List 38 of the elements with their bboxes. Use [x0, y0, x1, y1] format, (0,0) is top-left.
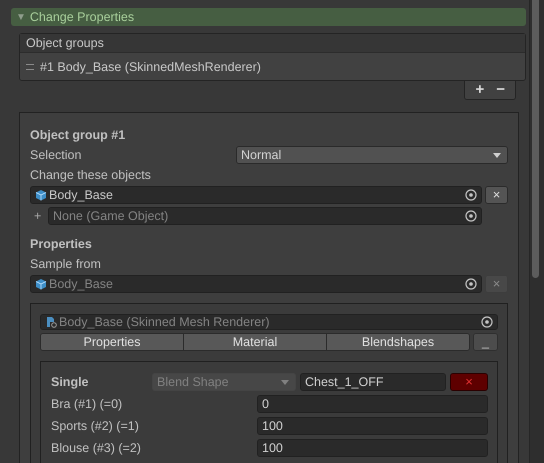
list-title: Object groups	[26, 36, 104, 50]
list-item[interactable]: #1 Body_Base (SkinnedMeshRenderer)	[20, 53, 525, 80]
scrollbar-thumb[interactable]	[532, 0, 539, 278]
object-field[interactable]: None (Game Object)	[48, 207, 482, 225]
list-item-label: #1 Body_Base (SkinnedMeshRenderer)	[40, 60, 261, 74]
remove-button[interactable]: ×	[485, 186, 508, 204]
target-icon	[465, 189, 477, 201]
mode-label: Single	[51, 374, 90, 391]
selection-dropdown[interactable]: Normal	[236, 146, 508, 164]
section-title: Properties	[30, 236, 93, 253]
blendshape-label: Blouse (#3) (=2)	[51, 440, 142, 457]
object-field[interactable]: Body_Base	[30, 186, 482, 204]
name-field[interactable]: Chest_1_OFF	[300, 373, 446, 391]
remove-button[interactable]: −	[492, 82, 509, 98]
cube-icon	[35, 189, 47, 201]
mesh-renderer-icon	[45, 316, 57, 328]
drag-handle-icon[interactable]	[26, 64, 34, 70]
blendshape-label: Bra (#1) (=0)	[51, 396, 124, 413]
value-field[interactable]: 100	[257, 439, 488, 457]
target-icon	[481, 316, 493, 328]
caret-icon	[281, 380, 289, 384]
target-icon	[465, 210, 477, 222]
caret-icon	[493, 152, 501, 158]
field-label: Selection	[30, 147, 82, 164]
add-button[interactable]: +	[471, 82, 488, 98]
field-label: Sample from	[30, 256, 102, 273]
cube-icon	[35, 278, 47, 290]
field-label: Change these objects	[30, 167, 152, 184]
target-icon	[465, 278, 477, 290]
value-field[interactable]: 0	[257, 395, 488, 413]
add-mark: +	[33, 209, 42, 223]
delete-button[interactable]: ×	[450, 373, 488, 391]
value-field[interactable]: 100	[257, 417, 488, 435]
group-title: Object group #1	[30, 127, 126, 144]
blendshape-label: Sports (#2) (=1)	[51, 418, 140, 435]
type-dropdown: Blend Shape	[152, 373, 296, 391]
section-header[interactable]: ▼ Change Properties	[11, 8, 526, 26]
section-title: Change Properties	[30, 10, 134, 24]
